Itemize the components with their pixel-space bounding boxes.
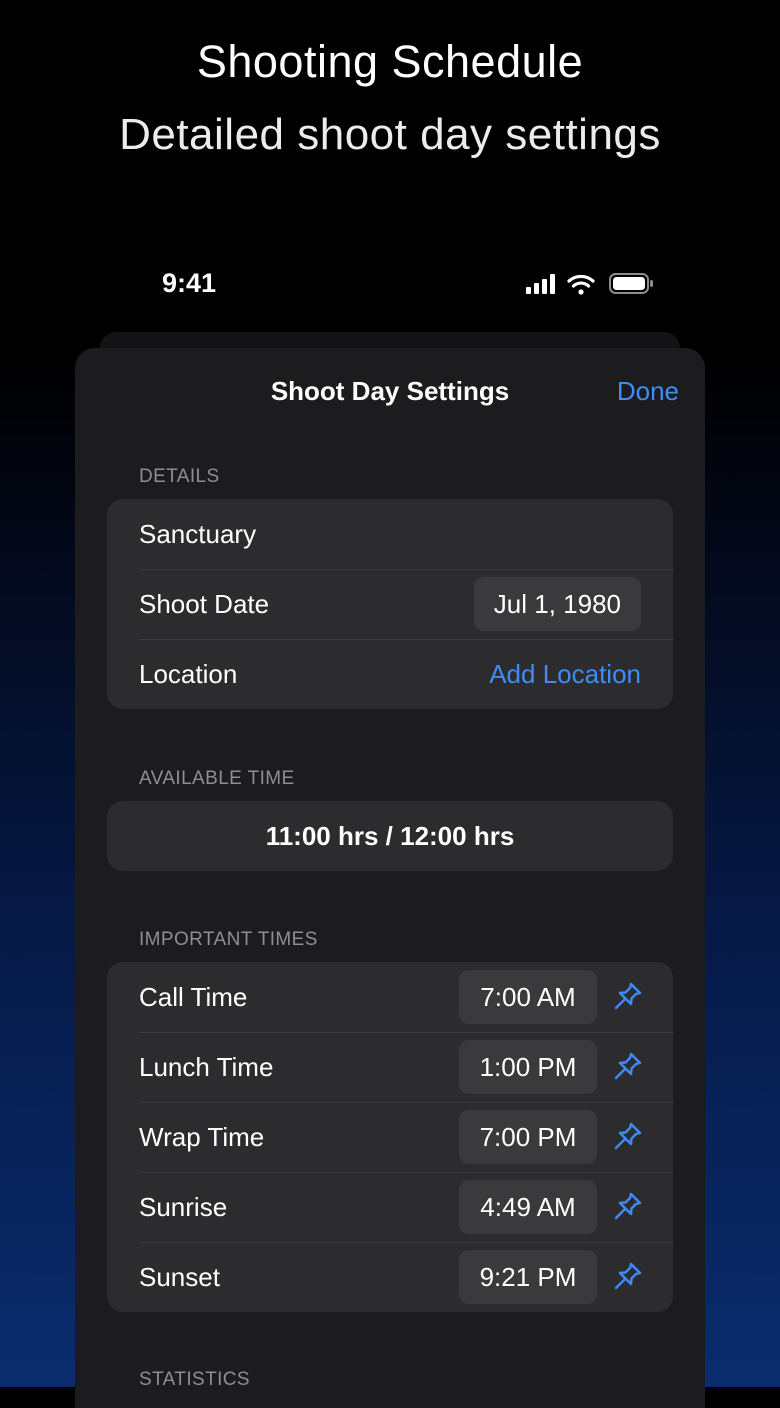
- available-time-section-header: AVAILABLE TIME: [139, 768, 295, 789]
- location-row: Location Add Location: [107, 639, 673, 709]
- shoot-date-label: Shoot Date: [139, 588, 270, 619]
- sunset-picker[interactable]: 9:21 PM: [459, 1250, 597, 1304]
- important-time-row: Lunch Time 1:00 PM: [107, 1032, 673, 1102]
- lunch-time-picker[interactable]: 1:00 PM: [459, 1040, 597, 1094]
- shoot-date-row: Shoot Date Jul 1, 1980: [107, 569, 673, 639]
- available-time-value: 11:00 hrs / 12:00 hrs: [265, 821, 515, 851]
- call-time-label: Call Time: [139, 981, 248, 1012]
- battery-icon: [609, 273, 653, 294]
- shoot-date-picker[interactable]: Jul 1, 1980: [473, 577, 641, 631]
- promo-subtitle: Detailed shoot day settings: [119, 110, 661, 159]
- details-group: Sanctuary Shoot Date Jul 1, 1980 Locatio…: [107, 499, 673, 709]
- statistics-section-header: STATISTICS: [139, 1369, 250, 1390]
- important-times-section-header: IMPORTANT TIMES: [139, 929, 318, 950]
- pin-icon[interactable]: [613, 1051, 643, 1081]
- details-section-header: DETAILS: [139, 466, 220, 487]
- important-time-row: Call Time 7:00 AM: [107, 962, 673, 1032]
- name-row[interactable]: Sanctuary: [107, 499, 673, 569]
- pin-icon[interactable]: [613, 981, 643, 1011]
- available-time-group: 11:00 hrs / 12:00 hrs: [107, 801, 673, 871]
- wifi-icon: [567, 274, 595, 295]
- shoot-day-settings-sheet: Shoot Day Settings Done DETAILS Sanctuar…: [75, 348, 705, 1408]
- important-time-row: Wrap Time 7:00 PM: [107, 1102, 673, 1172]
- add-location-button[interactable]: Add Location: [489, 659, 641, 690]
- wrap-time-picker[interactable]: 7:00 PM: [459, 1110, 597, 1164]
- important-times-group: Call Time 7:00 AM Lunch Time 1:00 PM Wra…: [107, 962, 673, 1312]
- sunrise-label: Sunrise: [139, 1191, 228, 1222]
- sunset-label: Sunset: [139, 1261, 220, 1292]
- cellular-signal-icon: [526, 274, 555, 294]
- important-time-row: Sunset 9:21 PM: [107, 1242, 673, 1312]
- sunrise-picker[interactable]: 4:49 AM: [459, 1180, 597, 1234]
- status-bar-icons: [524, 270, 654, 300]
- pin-icon[interactable]: [613, 1261, 643, 1291]
- call-time-picker[interactable]: 7:00 AM: [459, 970, 597, 1024]
- wrap-time-label: Wrap Time: [139, 1121, 265, 1152]
- status-bar-time: 9:41: [162, 268, 217, 298]
- done-button[interactable]: Done: [617, 376, 679, 407]
- pin-icon[interactable]: [613, 1191, 643, 1221]
- location-label: Location: [139, 658, 238, 689]
- lunch-time-label: Lunch Time: [139, 1051, 274, 1082]
- pin-icon[interactable]: [613, 1121, 643, 1151]
- shoot-day-name[interactable]: Sanctuary: [139, 519, 256, 550]
- sheet-title: Shoot Day Settings: [270, 376, 510, 406]
- promo-title: Shooting Schedule: [196, 36, 584, 87]
- important-time-row: Sunrise 4:49 AM: [107, 1172, 673, 1242]
